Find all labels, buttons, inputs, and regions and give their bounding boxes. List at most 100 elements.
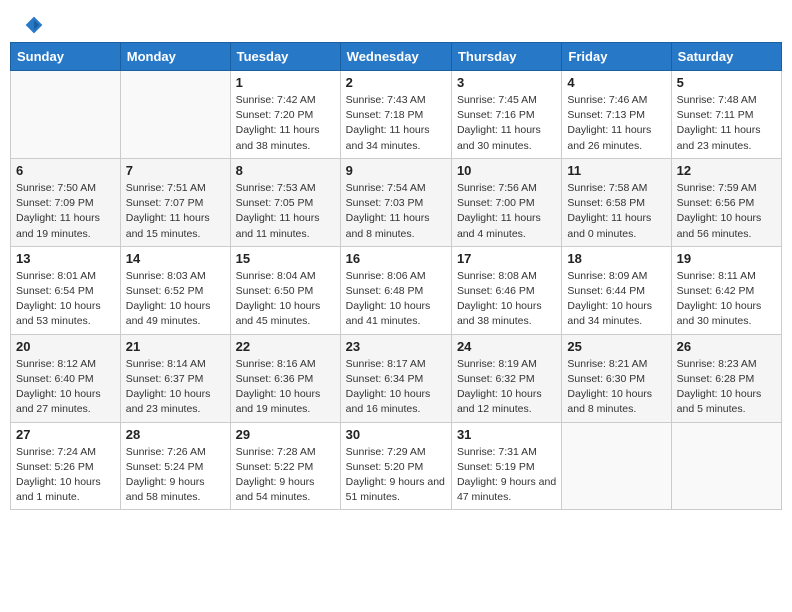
day-number: 23 — [346, 339, 446, 354]
calendar-cell: 21 Sunrise: 8:14 AM Sunset: 6:37 PM Dayli… — [120, 334, 230, 422]
column-header-monday: Monday — [120, 43, 230, 71]
day-info: Sunrise: 7:31 AM Sunset: 5:19 PM Dayligh… — [457, 445, 556, 506]
day-number: 16 — [346, 251, 446, 266]
day-number: 25 — [567, 339, 665, 354]
day-info: Sunrise: 8:23 AM Sunset: 6:28 PM Dayligh… — [677, 357, 776, 418]
calendar-header-row: SundayMondayTuesdayWednesdayThursdayFrid… — [11, 43, 782, 71]
calendar-cell: 30 Sunrise: 7:29 AM Sunset: 5:20 PM Dayli… — [340, 422, 451, 510]
day-number: 19 — [677, 251, 776, 266]
day-number: 9 — [346, 163, 446, 178]
calendar-cell: 3 Sunrise: 7:45 AM Sunset: 7:16 PM Daylig… — [451, 71, 561, 159]
day-number: 28 — [126, 427, 225, 442]
column-header-thursday: Thursday — [451, 43, 561, 71]
day-number: 15 — [236, 251, 335, 266]
calendar-week-row: 13 Sunrise: 8:01 AM Sunset: 6:54 PM Dayli… — [11, 246, 782, 334]
column-header-saturday: Saturday — [671, 43, 781, 71]
calendar-cell — [11, 71, 121, 159]
calendar-cell: 25 Sunrise: 8:21 AM Sunset: 6:30 PM Dayli… — [562, 334, 671, 422]
calendar-cell: 18 Sunrise: 8:09 AM Sunset: 6:44 PM Dayli… — [562, 246, 671, 334]
day-number: 30 — [346, 427, 446, 442]
day-number: 13 — [16, 251, 115, 266]
day-info: Sunrise: 7:53 AM Sunset: 7:05 PM Dayligh… — [236, 181, 335, 242]
day-info: Sunrise: 8:06 AM Sunset: 6:48 PM Dayligh… — [346, 269, 446, 330]
column-header-sunday: Sunday — [11, 43, 121, 71]
day-number: 27 — [16, 427, 115, 442]
day-number: 11 — [567, 163, 665, 178]
calendar-cell: 7 Sunrise: 7:51 AM Sunset: 7:07 PM Daylig… — [120, 158, 230, 246]
day-number: 26 — [677, 339, 776, 354]
day-info: Sunrise: 7:42 AM Sunset: 7:20 PM Dayligh… — [236, 93, 335, 154]
day-info: Sunrise: 7:28 AM Sunset: 5:22 PM Dayligh… — [236, 445, 335, 506]
calendar-cell: 19 Sunrise: 8:11 AM Sunset: 6:42 PM Dayli… — [671, 246, 781, 334]
day-number: 12 — [677, 163, 776, 178]
calendar-cell: 28 Sunrise: 7:26 AM Sunset: 5:24 PM Dayli… — [120, 422, 230, 510]
calendar-cell — [671, 422, 781, 510]
calendar-cell: 2 Sunrise: 7:43 AM Sunset: 7:18 PM Daylig… — [340, 71, 451, 159]
calendar-cell: 5 Sunrise: 7:48 AM Sunset: 7:11 PM Daylig… — [671, 71, 781, 159]
calendar-week-row: 6 Sunrise: 7:50 AM Sunset: 7:09 PM Daylig… — [11, 158, 782, 246]
day-number: 6 — [16, 163, 115, 178]
day-info: Sunrise: 8:04 AM Sunset: 6:50 PM Dayligh… — [236, 269, 335, 330]
day-number: 2 — [346, 75, 446, 90]
day-number: 24 — [457, 339, 556, 354]
day-info: Sunrise: 8:21 AM Sunset: 6:30 PM Dayligh… — [567, 357, 665, 418]
day-number: 4 — [567, 75, 665, 90]
day-number: 8 — [236, 163, 335, 178]
column-header-wednesday: Wednesday — [340, 43, 451, 71]
day-info: Sunrise: 8:09 AM Sunset: 6:44 PM Dayligh… — [567, 269, 665, 330]
day-info: Sunrise: 7:59 AM Sunset: 6:56 PM Dayligh… — [677, 181, 776, 242]
day-info: Sunrise: 8:11 AM Sunset: 6:42 PM Dayligh… — [677, 269, 776, 330]
calendar-cell: 29Sunrise: 7:28 AM Sunset: 5:22 PM Dayli… — [230, 422, 340, 510]
day-info: Sunrise: 7:26 AM Sunset: 5:24 PM Dayligh… — [126, 445, 225, 506]
day-number: 3 — [457, 75, 556, 90]
calendar-week-row: 27 Sunrise: 7:24 AM Sunset: 5:26 PM Dayli… — [11, 422, 782, 510]
day-number: 14 — [126, 251, 225, 266]
day-info: Sunrise: 7:51 AM Sunset: 7:07 PM Dayligh… — [126, 181, 225, 242]
calendar-cell: 10 Sunrise: 7:56 AM Sunset: 7:00 PM Dayli… — [451, 158, 561, 246]
day-info: Sunrise: 7:50 AM Sunset: 7:09 PM Dayligh… — [16, 181, 115, 242]
calendar-cell: 31Sunrise: 7:31 AM Sunset: 5:19 PM Dayli… — [451, 422, 561, 510]
day-info: Sunrise: 7:48 AM Sunset: 7:11 PM Dayligh… — [677, 93, 776, 154]
calendar-cell: 12 Sunrise: 7:59 AM Sunset: 6:56 PM Dayli… — [671, 158, 781, 246]
day-info: Sunrise: 7:43 AM Sunset: 7:18 PM Dayligh… — [346, 93, 446, 154]
day-number: 10 — [457, 163, 556, 178]
column-header-tuesday: Tuesday — [230, 43, 340, 71]
day-info: Sunrise: 8:14 AM Sunset: 6:37 PM Dayligh… — [126, 357, 225, 418]
calendar-cell: 20Sunrise: 8:12 AM Sunset: 6:40 PM Dayli… — [11, 334, 121, 422]
day-info: Sunrise: 8:03 AM Sunset: 6:52 PM Dayligh… — [126, 269, 225, 330]
calendar-cell: 15 Sunrise: 8:04 AM Sunset: 6:50 PM Dayli… — [230, 246, 340, 334]
calendar-cell: 13 Sunrise: 8:01 AM Sunset: 6:54 PM Dayli… — [11, 246, 121, 334]
day-info: Sunrise: 7:46 AM Sunset: 7:13 PM Dayligh… — [567, 93, 665, 154]
day-number: 21 — [126, 339, 225, 354]
day-info: Sunrise: 8:19 AM Sunset: 6:32 PM Dayligh… — [457, 357, 556, 418]
day-number: 7 — [126, 163, 225, 178]
day-info: Sunrise: 8:17 AM Sunset: 6:34 PM Dayligh… — [346, 357, 446, 418]
day-info: Sunrise: 8:01 AM Sunset: 6:54 PM Dayligh… — [16, 269, 115, 330]
column-header-friday: Friday — [562, 43, 671, 71]
day-number: 5 — [677, 75, 776, 90]
calendar-cell: 1 Sunrise: 7:42 AM Sunset: 7:20 PM Daylig… — [230, 71, 340, 159]
calendar-cell: 26 Sunrise: 8:23 AM Sunset: 6:28 PM Dayli… — [671, 334, 781, 422]
day-info: Sunrise: 7:56 AM Sunset: 7:00 PM Dayligh… — [457, 181, 556, 242]
day-info: Sunrise: 7:45 AM Sunset: 7:16 PM Dayligh… — [457, 93, 556, 154]
day-number: 1 — [236, 75, 335, 90]
calendar-cell: 9Sunrise: 7:54 AM Sunset: 7:03 PM Daylig… — [340, 158, 451, 246]
day-number: 22 — [236, 339, 335, 354]
calendar-cell: 14 Sunrise: 8:03 AM Sunset: 6:52 PM Dayli… — [120, 246, 230, 334]
logo — [20, 15, 44, 27]
calendar-cell: 8 Sunrise: 7:53 AM Sunset: 7:05 PM Daylig… — [230, 158, 340, 246]
calendar-table: SundayMondayTuesdayWednesdayThursdayFrid… — [10, 42, 782, 510]
day-info: Sunrise: 7:29 AM Sunset: 5:20 PM Dayligh… — [346, 445, 446, 506]
day-number: 18 — [567, 251, 665, 266]
calendar-cell: 11Sunrise: 7:58 AM Sunset: 6:58 PM Dayli… — [562, 158, 671, 246]
calendar-cell: 23 Sunrise: 8:17 AM Sunset: 6:34 PM Dayli… — [340, 334, 451, 422]
calendar-cell: 24 Sunrise: 8:19 AM Sunset: 6:32 PM Dayli… — [451, 334, 561, 422]
day-info: Sunrise: 8:16 AM Sunset: 6:36 PM Dayligh… — [236, 357, 335, 418]
calendar-cell: 4 Sunrise: 7:46 AM Sunset: 7:13 PM Daylig… — [562, 71, 671, 159]
calendar-cell: 6 Sunrise: 7:50 AM Sunset: 7:09 PM Daylig… — [11, 158, 121, 246]
day-number: 17 — [457, 251, 556, 266]
page-header — [10, 10, 782, 32]
calendar-week-row: 1 Sunrise: 7:42 AM Sunset: 7:20 PM Daylig… — [11, 71, 782, 159]
day-info: Sunrise: 7:24 AM Sunset: 5:26 PM Dayligh… — [16, 445, 115, 506]
calendar-cell — [120, 71, 230, 159]
